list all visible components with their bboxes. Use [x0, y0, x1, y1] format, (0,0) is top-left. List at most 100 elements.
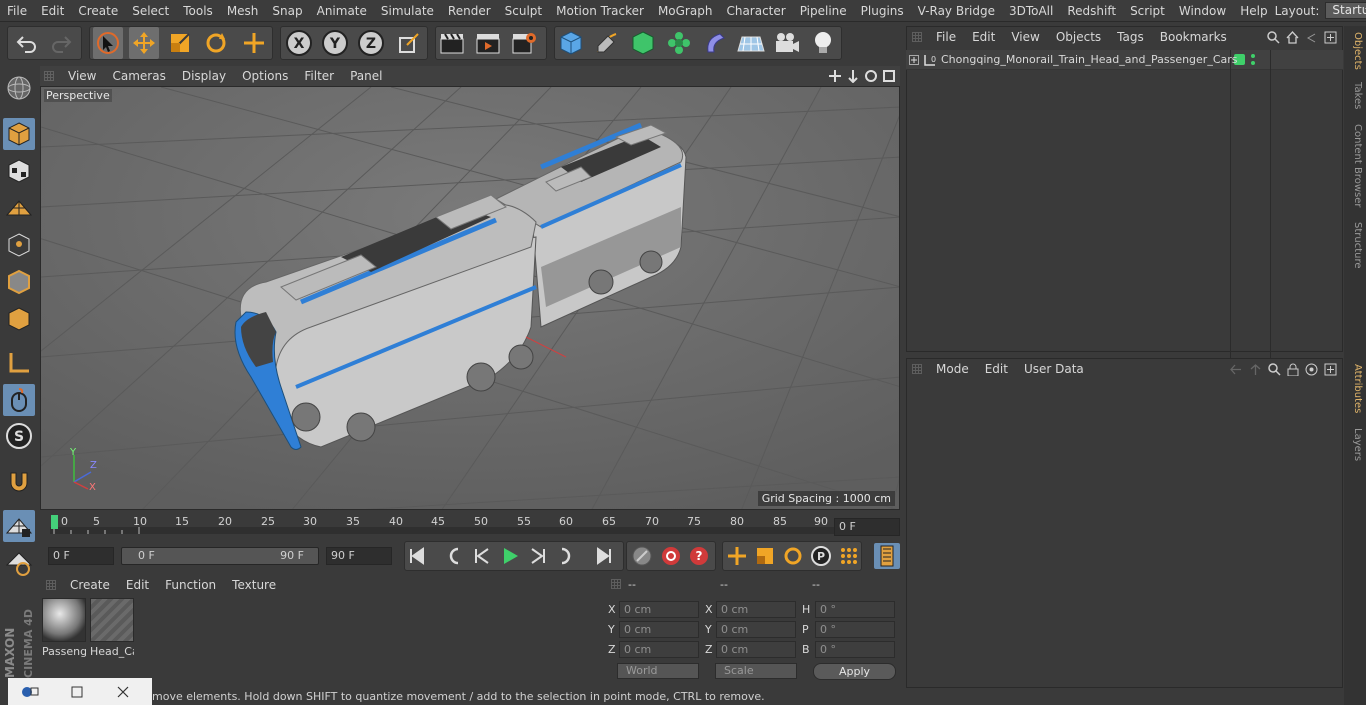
render-visibility-dot[interactable] [1251, 61, 1255, 65]
viewport-menu-panel[interactable]: Panel [342, 69, 390, 83]
key-parameter-icon[interactable]: P [810, 545, 832, 567]
snap-button[interactable]: S [3, 420, 35, 452]
arrow-left-icon[interactable] [1229, 363, 1243, 376]
magnet-button[interactable] [3, 466, 35, 498]
cloner-button[interactable] [664, 27, 694, 59]
menu-animate[interactable]: Animate [310, 0, 374, 22]
key-rotation-icon[interactable] [782, 545, 804, 567]
menu-select[interactable]: Select [125, 0, 176, 22]
subdivision-button[interactable] [628, 27, 658, 59]
object-name[interactable]: Chongqing_Monorail_Train_Head_and_Passen… [941, 53, 1238, 66]
go-to-start-icon[interactable] [406, 545, 428, 567]
pan-icon[interactable] [828, 69, 842, 83]
menu-tools[interactable]: Tools [176, 0, 220, 22]
prev-keyframe-icon[interactable] [443, 545, 465, 567]
locked-workplane-button[interactable] [3, 548, 35, 580]
material-menu-function[interactable]: Function [157, 578, 224, 592]
motion-record-icon[interactable] [631, 545, 653, 567]
record-keyframe-icon[interactable] [660, 545, 682, 567]
live-selection-button[interactable] [93, 27, 123, 59]
object-menu-file[interactable]: File [928, 30, 964, 44]
scale-tool-button[interactable] [165, 27, 195, 59]
size-x-field[interactable]: 0 cm [716, 601, 796, 618]
go-to-end-icon[interactable] [593, 545, 615, 567]
key-scale-icon[interactable] [754, 545, 776, 567]
menu-mesh[interactable]: Mesh [220, 0, 266, 22]
pos-z-field[interactable]: 0 cm [619, 641, 699, 658]
menu-simulate[interactable]: Simulate [374, 0, 441, 22]
material-head[interactable]: Head_Ca [90, 598, 134, 658]
object-menu-bookmarks[interactable]: Bookmarks [1152, 30, 1235, 44]
menu-create[interactable]: Create [71, 0, 125, 22]
material-menu-create[interactable]: Create [62, 578, 118, 592]
render-view-button[interactable] [437, 27, 467, 59]
menu-sculpt[interactable]: Sculpt [498, 0, 549, 22]
light-button[interactable] [808, 27, 838, 59]
key-pla-icon[interactable] [838, 545, 860, 567]
current-frame-field[interactable]: 0 F [834, 518, 900, 536]
autokey-icon[interactable]: ? [688, 545, 710, 567]
texture-mode-button[interactable] [3, 155, 35, 187]
polygons-mode-button[interactable] [3, 303, 35, 335]
menu-render[interactable]: Render [441, 0, 498, 22]
close-button[interactable] [100, 678, 146, 705]
menu-mograph[interactable]: MoGraph [651, 0, 720, 22]
deformer-button[interactable] [700, 27, 730, 59]
coord-system-dropdown[interactable]: World [617, 663, 699, 679]
maximize-view-icon[interactable] [882, 69, 896, 83]
menu-character[interactable]: Character [719, 0, 792, 22]
editor-visibility-dot[interactable] [1251, 54, 1255, 58]
recent-tool-button[interactable] [239, 27, 269, 59]
apply-button[interactable]: Apply [813, 663, 896, 680]
size-y-field[interactable]: 0 cm [716, 621, 796, 638]
menu-edit[interactable]: Edit [34, 0, 71, 22]
menu-window[interactable]: Window [1172, 0, 1233, 22]
viewport-menu-options[interactable]: Options [234, 69, 296, 83]
end-frame-field[interactable]: 90 F [326, 547, 392, 565]
menu-3dtoall[interactable]: 3DToAll [1002, 0, 1060, 22]
redo-button[interactable] [46, 27, 76, 59]
model-mode-button[interactable] [3, 118, 35, 150]
viewport-menu-filter[interactable]: Filter [296, 69, 342, 83]
home-icon[interactable] [1286, 30, 1299, 44]
frame-range-slider[interactable]: 0 F 90 F [121, 547, 319, 565]
tab-layers[interactable]: Layers [1347, 428, 1363, 461]
orbit-icon[interactable] [864, 69, 878, 83]
lock-icon[interactable] [1287, 363, 1299, 376]
edges-mode-button[interactable] [3, 266, 35, 298]
render-settings-button[interactable] [509, 27, 539, 59]
attribute-menu-edit[interactable]: Edit [977, 362, 1016, 376]
start-frame-field[interactable]: 0 F [48, 547, 114, 565]
material-passenger[interactable]: Passeng [42, 598, 86, 658]
undo-button[interactable] [12, 27, 42, 59]
viewport-menu-display[interactable]: Display [174, 69, 234, 83]
attribute-menu-user-data[interactable]: User Data [1016, 362, 1092, 376]
y-axis-button[interactable]: Y [320, 27, 350, 59]
object-menu-objects[interactable]: Objects [1048, 30, 1109, 44]
tab-objects[interactable]: Objects [1347, 32, 1363, 70]
tab-content-browser[interactable]: Content Browser [1347, 124, 1363, 207]
target-icon[interactable] [1305, 363, 1318, 376]
key-position-icon[interactable] [726, 545, 748, 567]
tweak-mode-button[interactable] [3, 384, 35, 416]
menu-file[interactable]: File [0, 0, 34, 22]
points-mode-button[interactable] [3, 229, 35, 261]
rotate-tool-button[interactable] [201, 27, 231, 59]
rot-b-field[interactable]: 0 ° [815, 641, 895, 658]
pen-button[interactable] [592, 27, 622, 59]
next-keyframe-icon[interactable] [555, 545, 577, 567]
floor-button[interactable] [736, 27, 766, 59]
menu-redshift[interactable]: Redshift [1060, 0, 1123, 22]
tab-takes[interactable]: Takes [1347, 82, 1363, 109]
play-icon[interactable] [499, 545, 521, 567]
menu-pipeline[interactable]: Pipeline [793, 0, 854, 22]
pos-x-field[interactable]: 0 cm [619, 601, 699, 618]
new-window-icon[interactable] [1324, 363, 1337, 376]
object-menu-edit[interactable]: Edit [964, 30, 1003, 44]
menu-script[interactable]: Script [1123, 0, 1172, 22]
camera-button[interactable] [772, 27, 802, 59]
restore-button[interactable] [8, 678, 54, 705]
size-mode-dropdown[interactable]: Scale [715, 663, 797, 679]
arrow-back-icon[interactable] [1305, 31, 1318, 44]
expand-plus-icon[interactable] [909, 55, 919, 65]
